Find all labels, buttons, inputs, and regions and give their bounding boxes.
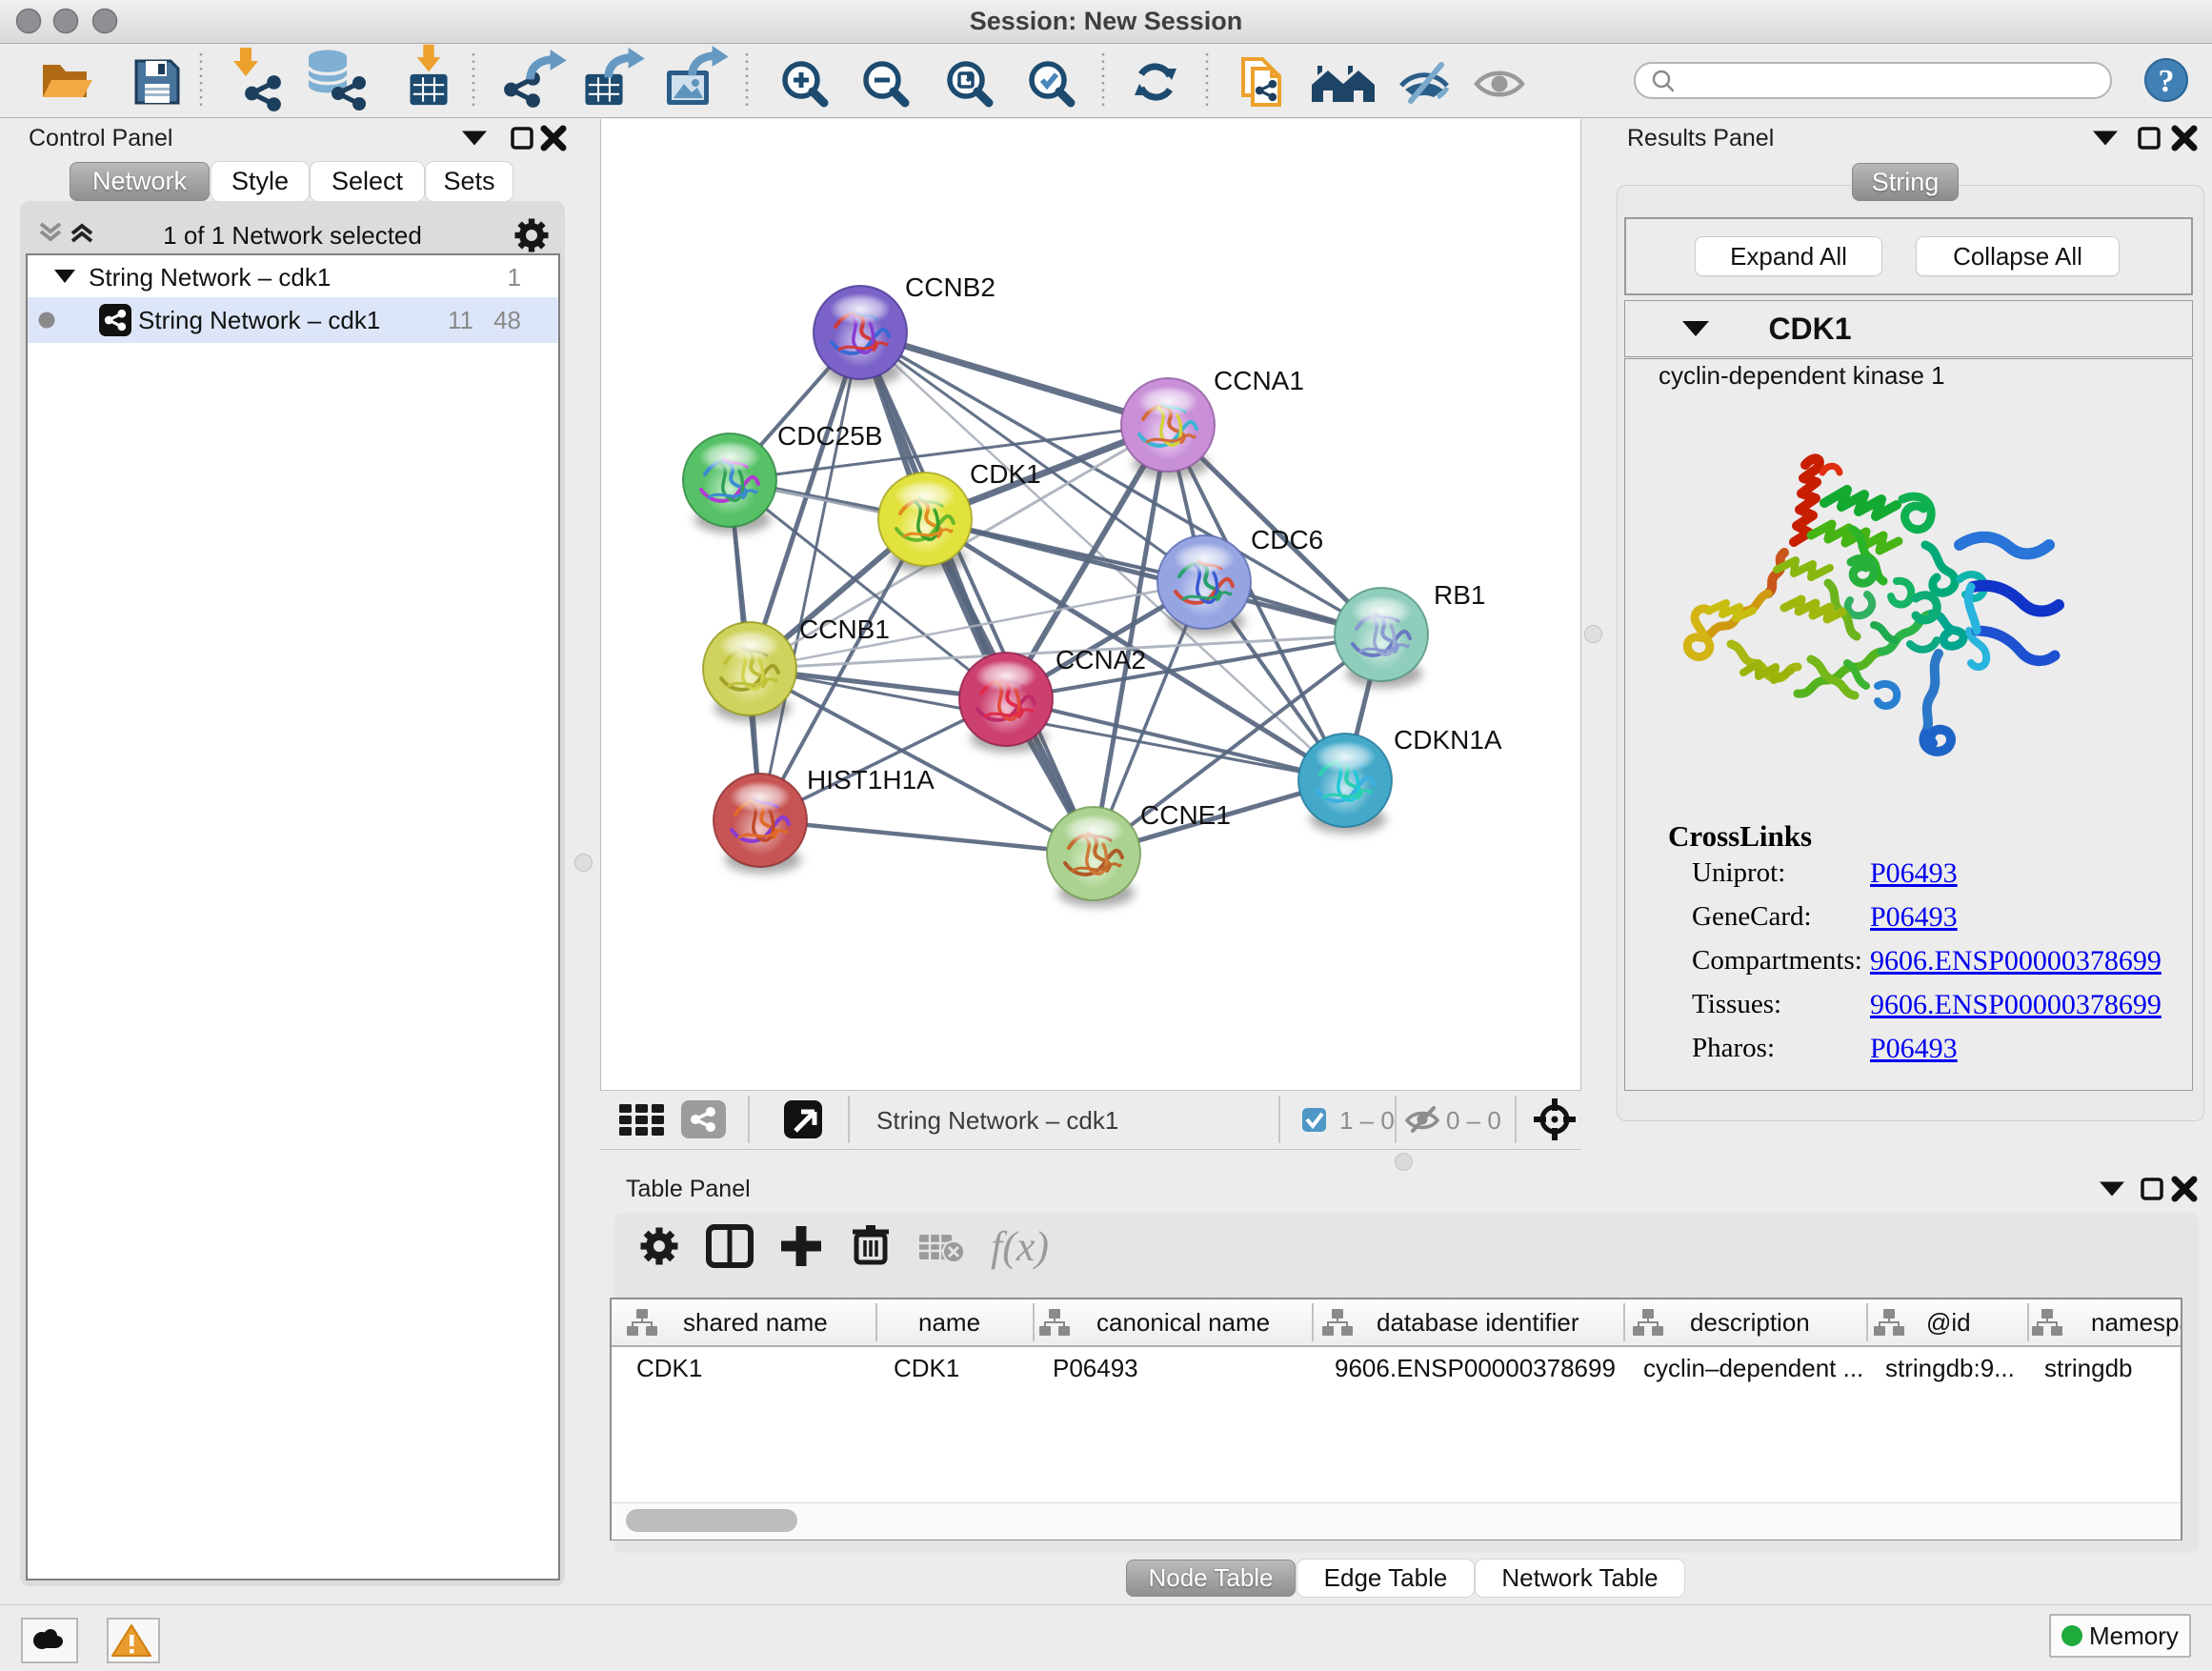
svg-text:@id: @id (1926, 1308, 1971, 1337)
svg-text:CDK1: CDK1 (1768, 312, 1851, 346)
svg-text:stringdb:9...: stringdb:9... (1885, 1354, 2015, 1382)
svg-text:database identifier: database identifier (1377, 1308, 1579, 1337)
svg-text:?: ? (2159, 64, 2175, 99)
svg-text:shared name: shared name (683, 1308, 828, 1337)
svg-text:1: 1 (508, 263, 521, 292)
svg-text:CDC6: CDC6 (1251, 525, 1323, 554)
svg-text:stringdb: stringdb (2044, 1354, 2133, 1382)
svg-text:Memory: Memory (2089, 1621, 2179, 1650)
svg-text:9606.ENSP00000378699: 9606.ENSP00000378699 (1335, 1354, 1616, 1382)
svg-text:RB1: RB1 (1434, 580, 1485, 610)
svg-text:CDKN1A: CDKN1A (1394, 725, 1502, 755)
svg-text:P06493: P06493 (1053, 1354, 1138, 1382)
svg-text:description: description (1690, 1308, 1810, 1337)
svg-text:cyclin–dependent ...: cyclin–dependent ... (1643, 1354, 1863, 1382)
svg-text:CCNB1: CCNB1 (799, 614, 890, 644)
svg-text:CCNA1: CCNA1 (1214, 366, 1304, 395)
svg-text:String Network – cdk1: String Network – cdk1 (876, 1106, 1118, 1135)
svg-text:CCNA2: CCNA2 (1056, 645, 1146, 674)
svg-text:CDK1: CDK1 (894, 1354, 959, 1382)
svg-text:String Network – cdk1: String Network – cdk1 (89, 263, 331, 292)
svg-text:namespace: namespace (2091, 1308, 2181, 1337)
svg-text:String Network – cdk1: String Network – cdk1 (138, 306, 380, 334)
svg-text:11: 11 (448, 306, 473, 334)
svg-text:48: 48 (493, 306, 521, 334)
svg-text:name: name (918, 1308, 980, 1337)
svg-text:HIST1H1A: HIST1H1A (807, 765, 935, 795)
svg-text:CDC25B: CDC25B (777, 421, 882, 451)
svg-text:f(x): f(x) (991, 1223, 1049, 1270)
svg-text:CDK1: CDK1 (636, 1354, 702, 1382)
svg-text:1 of 1 Network selected: 1 of 1 Network selected (163, 221, 422, 250)
svg-text:canonical name: canonical name (1096, 1308, 1270, 1337)
svg-text:CCNB2: CCNB2 (905, 272, 995, 302)
svg-text:CDK1: CDK1 (970, 459, 1041, 489)
svg-text:CCNE1: CCNE1 (1140, 800, 1231, 830)
svg-text:1 – 0: 1 – 0 (1339, 1106, 1395, 1135)
svg-text:0 – 0: 0 – 0 (1446, 1106, 1501, 1135)
